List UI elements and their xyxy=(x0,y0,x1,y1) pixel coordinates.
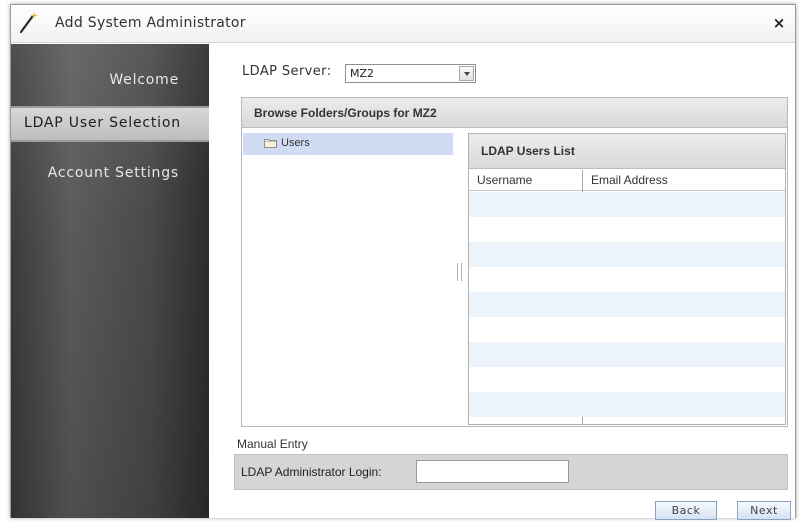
wizard-sidebar: Welcome LDAP User Selection Account Sett… xyxy=(11,44,209,518)
dialog-title: Add System Administrator xyxy=(55,15,246,31)
sidebar-item-account-settings[interactable]: Account Settings xyxy=(11,156,209,192)
back-button[interactable]: Back xyxy=(655,501,717,520)
folder-tree: Users xyxy=(243,133,453,423)
ldap-server-label: LDAP Server: xyxy=(242,64,332,79)
tree-item-users[interactable]: Users xyxy=(243,133,453,155)
table-row[interactable] xyxy=(469,192,785,217)
sidebar-item-welcome[interactable]: Welcome xyxy=(11,63,209,99)
users-list-title: LDAP Users List xyxy=(481,144,575,158)
add-admin-dialog: Add System Administrator × Welcome LDAP … xyxy=(10,4,796,520)
sidebar-item-label: LDAP User Selection xyxy=(24,115,181,131)
close-icon: × xyxy=(772,14,786,32)
table-row[interactable] xyxy=(469,317,785,342)
manual-entry-bar: LDAP Administrator Login: xyxy=(234,454,788,490)
ldap-admin-login-label: LDAP Administrator Login: xyxy=(241,465,382,479)
table-row[interactable] xyxy=(469,367,785,392)
table-row[interactable] xyxy=(469,392,785,417)
ldap-users-panel: LDAP Users List Username Email Address xyxy=(468,133,786,425)
browse-header: Browse Folders/Groups for MZ2 xyxy=(242,98,787,128)
table-row[interactable] xyxy=(469,267,785,292)
ldap-server-value: MZ2 xyxy=(350,67,375,80)
browse-folders-panel: Browse Folders/Groups for MZ2 Users LDAP… xyxy=(241,97,788,427)
sidebar-item-ldap-user-selection[interactable]: LDAP User Selection xyxy=(11,106,209,142)
users-list-header: LDAP Users List xyxy=(469,134,785,169)
tree-item-label: Users xyxy=(281,137,310,149)
chevron-down-icon[interactable] xyxy=(459,66,474,81)
users-grid-rows xyxy=(469,192,785,424)
ldap-server-select[interactable]: MZ2 xyxy=(345,64,476,83)
ldap-admin-login-input[interactable] xyxy=(416,460,569,483)
main-content: LDAP Server: MZ2 Browse Folders/Groups f… xyxy=(209,44,795,520)
next-button[interactable]: Next xyxy=(737,501,791,520)
magic-wand-icon xyxy=(19,12,37,34)
table-row[interactable] xyxy=(469,292,785,317)
sidebar-item-label: Account Settings xyxy=(47,165,179,181)
sidebar-item-label: Welcome xyxy=(109,72,179,88)
column-header-username[interactable]: Username xyxy=(477,173,532,187)
browse-title: Browse Folders/Groups for MZ2 xyxy=(254,106,437,120)
close-button[interactable]: × xyxy=(771,15,787,31)
folder-icon xyxy=(264,139,277,148)
table-row[interactable] xyxy=(469,217,785,242)
users-grid-header: Username Email Address xyxy=(469,170,785,191)
table-row[interactable] xyxy=(469,342,785,367)
column-header-email[interactable]: Email Address xyxy=(591,173,668,187)
title-bar: Add System Administrator × xyxy=(11,5,795,43)
splitter-grip[interactable] xyxy=(457,263,462,281)
table-row[interactable] xyxy=(469,242,785,267)
panel-splitter[interactable] xyxy=(454,133,467,423)
manual-entry-label: Manual Entry xyxy=(237,437,308,451)
